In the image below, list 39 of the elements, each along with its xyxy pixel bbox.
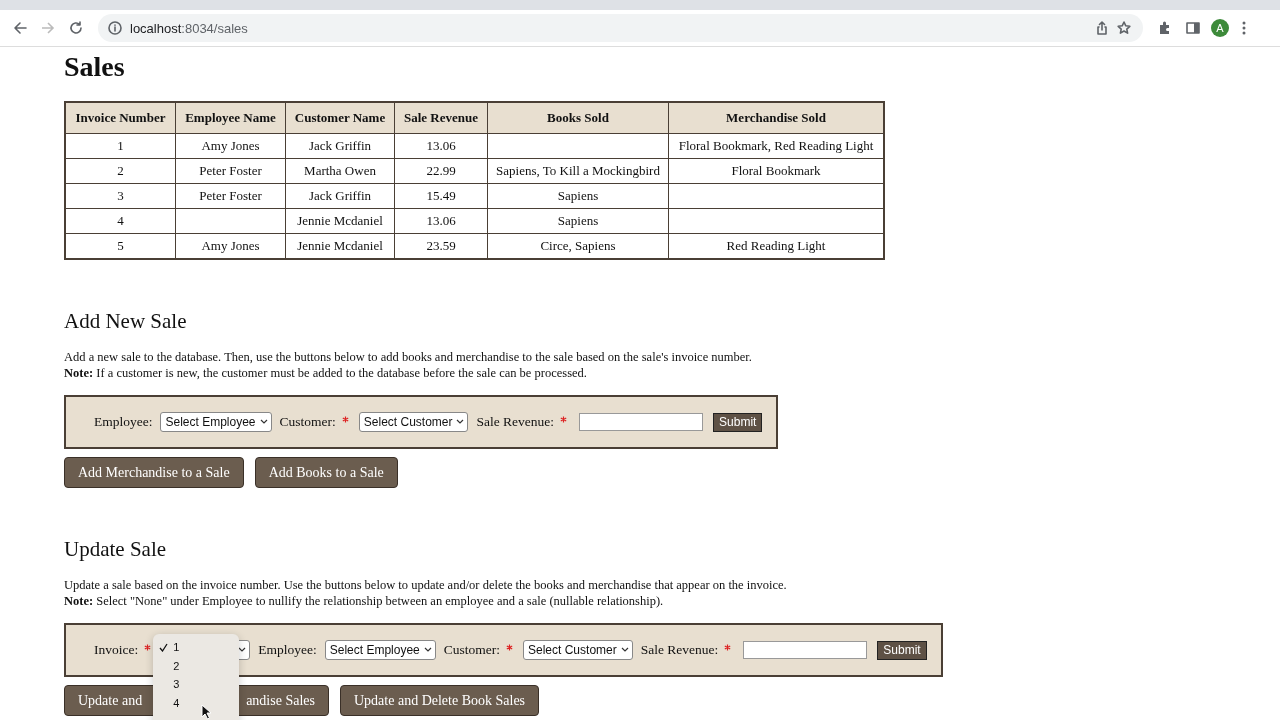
table-cell: Sapiens xyxy=(487,208,669,234)
table-cell: 13.06 xyxy=(394,208,488,234)
section-title: Add New Sale xyxy=(64,308,188,335)
table-cell: Martha Owen xyxy=(285,158,395,184)
description-text: Update a sale based on the invoice number. Use the buttons below to update and/or delete the books and merchandise that appear on the invoice. xyxy=(64,577,787,593)
field-label: Employee: xyxy=(258,642,317,658)
table-cell: 15.49 xyxy=(394,183,488,209)
url-text: localhost:8034/sales xyxy=(130,20,248,36)
table-cell: Amy Jones xyxy=(175,133,286,159)
table-cell: Peter Foster xyxy=(175,183,286,209)
field-label: Customer: xyxy=(443,642,500,658)
column-header: Employee Name xyxy=(175,102,286,134)
table-cell: Sapiens xyxy=(487,183,669,209)
table-cell: Sapiens, To Kill a Mockingbird xyxy=(487,158,669,184)
table-cell: 13.06 xyxy=(394,133,488,159)
table-cell: Peter Foster xyxy=(175,158,286,184)
table-cell: Jack Griffin xyxy=(285,133,395,159)
table-cell: Jennie Mcdaniel xyxy=(285,208,395,234)
page-title: Sales xyxy=(64,50,126,84)
table-cell: 22.99 xyxy=(394,158,488,184)
column-header: Books Sold xyxy=(487,102,669,134)
table-cell: 4 xyxy=(65,208,176,234)
field-label: Invoice: xyxy=(94,642,139,658)
table-cell: 2 xyxy=(65,158,176,184)
column-header: Customer Name xyxy=(285,102,395,134)
note-text: Note: If a customer is new, the customer must be added to the database before the sale can be processed. xyxy=(64,365,587,381)
field-label: Employee: xyxy=(94,414,153,430)
description-text: Add a new sale to the database. Then, use the buttons below to add books and merchandise to the sale based on the sale's invoice number. xyxy=(64,349,752,365)
field-label: Sale Revenue: xyxy=(640,642,719,658)
column-header: Merchandise Sold xyxy=(668,102,884,134)
field-label: Customer: xyxy=(279,414,336,430)
note-text: Note: Select "None" under Employee to nullify the relationship between an employee and a sale (nullable relationship). xyxy=(64,593,664,609)
table-cell: 3 xyxy=(65,183,176,209)
table-cell: Jack Griffin xyxy=(285,183,395,209)
column-header: Sale Revenue xyxy=(394,102,488,134)
column-header: Invoice Number xyxy=(65,102,176,134)
section-title: Update Sale xyxy=(64,536,168,563)
field-label: Sale Revenue: xyxy=(476,414,555,430)
table-cell: 1 xyxy=(65,133,176,159)
